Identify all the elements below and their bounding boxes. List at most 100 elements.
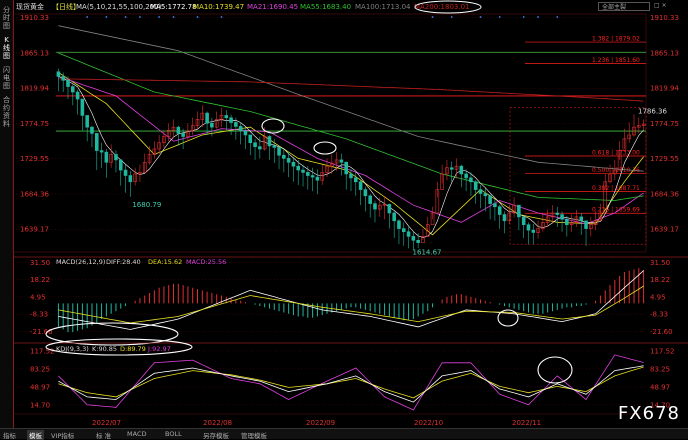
event-marker-dot (556, 16, 558, 18)
ma-line-ma100 (58, 26, 643, 172)
x-axis-tick: 2022/08 (203, 419, 232, 427)
candle-body (95, 133, 98, 150)
candle-body (373, 204, 376, 209)
main-y-tick-right: 1819.94 (650, 85, 679, 93)
bottom-tab-1[interactable]: 模板 (27, 430, 44, 440)
candle-body (350, 174, 353, 178)
main-y-tick-right: 1639.17 (650, 226, 679, 234)
main-y-tick-left: 1729.55 (20, 155, 49, 163)
candle-body (345, 162, 348, 174)
bottom-tab-5[interactable]: BOLL (165, 430, 182, 438)
candle-body (234, 122, 237, 126)
candle-body (67, 80, 70, 86)
candle-body (489, 196, 492, 204)
annotation-low-1614: 1614.67 (413, 248, 442, 256)
candle-body (278, 147, 281, 155)
candle-body (369, 196, 372, 204)
candle-body (580, 217, 583, 221)
header-ma100: MA100:1713.04 (355, 3, 411, 11)
candle-body (297, 166, 300, 170)
candle-body (254, 143, 257, 147)
event-marker-dot (451, 16, 453, 18)
candle-body (388, 204, 391, 213)
highlight-circle-kdj (538, 357, 572, 383)
bottom-tab-0[interactable]: 指标 (3, 430, 16, 440)
candle-body (450, 168, 453, 170)
kdj-y-tick-left: 14.70 (30, 401, 50, 409)
candle-body (359, 182, 362, 190)
candle-body (249, 135, 252, 143)
main-y-tick-right: 1729.55 (650, 155, 679, 163)
candle-body (244, 131, 247, 135)
main-y-tick-left: 1819.94 (20, 85, 49, 93)
indicator-tabbar: 指标 模板 VIP指标 标 准 MACD BOLL 另存模板 管理模板 (0, 428, 688, 439)
annotation-high-1786: 1786.36 (638, 107, 667, 115)
macd-y-tick-right: 18.22 (650, 276, 670, 284)
macd-y-tick-left: -21.60 (30, 328, 53, 336)
main-y-tick-left: 1910.33 (20, 14, 49, 22)
bottom-tab-2[interactable]: VIP指标 (51, 430, 74, 440)
candle-body (306, 172, 309, 175)
event-marker-dot (105, 16, 107, 18)
header-ma10: MA10:1739.47 (193, 3, 244, 11)
fib-label: 1.382 | 1879.02 (592, 36, 640, 43)
x-axis-tick: 2022/11 (512, 419, 541, 427)
candle-body (354, 178, 357, 182)
event-marker-dot (86, 16, 88, 18)
macd-y-tick-left: 18.22 (30, 276, 50, 284)
kdj-y-tick-right: 48.97 (650, 383, 670, 391)
candle-body (532, 230, 535, 232)
candle-body (225, 115, 228, 117)
header-ma21: MA21:1690.45 (247, 3, 298, 11)
event-marker-dot (480, 16, 482, 18)
event-marker-dot (537, 16, 539, 18)
main-y-tick-left: 1865.13 (20, 49, 49, 57)
candle-body (273, 146, 276, 148)
bottom-tab-7[interactable]: 管理模板 (241, 430, 267, 440)
candle-body (517, 205, 520, 217)
candle-body (258, 147, 261, 149)
main-y-tick-left: 1639.17 (20, 226, 49, 234)
candle-body (316, 177, 319, 180)
candle-body (565, 219, 568, 224)
candle-body (479, 190, 482, 194)
bottom-tab-4[interactable]: MACD (127, 430, 146, 438)
event-marker-dot (158, 16, 160, 18)
candle-body (474, 182, 477, 190)
candle-body (71, 87, 74, 92)
bottom-tab-6[interactable]: 另存模板 (203, 430, 229, 440)
macd-y-tick-left: 31.50 (30, 259, 50, 267)
candle-body (124, 170, 127, 175)
macd-y-tick-right: 4.95 (650, 293, 666, 301)
candle-body (493, 204, 496, 207)
macd-y-tick-right: -8.33 (650, 311, 668, 319)
macd-y-tick-left: -8.33 (30, 311, 48, 319)
candle-body (364, 190, 367, 196)
main-y-tick-right: 1865.13 (650, 49, 679, 57)
bottom-tab-3[interactable]: 标 准 (96, 430, 111, 440)
fib-label: 0.236 | 1659.69 (592, 207, 640, 214)
x-axis-tick: 2022/10 (414, 419, 443, 427)
candle-body (460, 166, 463, 174)
candle-body (556, 213, 559, 215)
candle-body (268, 137, 271, 146)
kdj-y-tick-left: 83.25 (30, 365, 50, 373)
event-marker-dot (197, 16, 199, 18)
candle-body (206, 113, 209, 123)
event-marker-dot (523, 16, 525, 18)
candle-body (417, 240, 420, 242)
header-ma-params: MA(5,10,21,55,100,200) (76, 3, 162, 11)
ma-line-ma10 (58, 73, 643, 235)
candle-body (484, 193, 487, 195)
macd-y-tick-left: 4.95 (30, 293, 46, 301)
candle-body (90, 127, 93, 133)
candle-body (177, 127, 180, 133)
kline-chart[interactable]: 现货黄金【日线】MA(5,10,21,55,100,200)MA5:1772.7… (0, 0, 688, 428)
highlight-circle-sep (314, 142, 336, 154)
candle-body (527, 225, 530, 230)
candle-body (287, 158, 290, 162)
event-marker-dot (432, 16, 434, 18)
x-axis-tick: 2022/07 (92, 419, 121, 427)
candle-body (311, 176, 314, 178)
candle-body (465, 174, 468, 178)
